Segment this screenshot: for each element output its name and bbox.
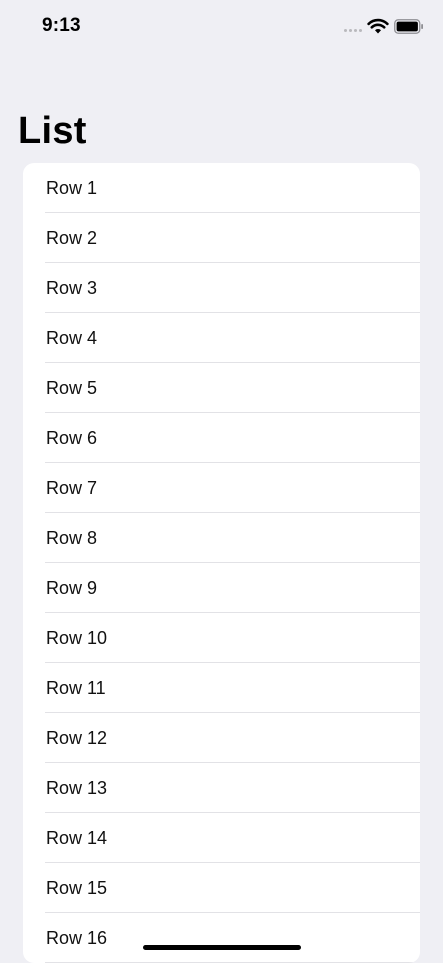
list-row[interactable]: Row 11	[23, 663, 420, 713]
wifi-icon	[367, 18, 389, 34]
list-row[interactable]: Row 12	[23, 713, 420, 763]
list-row[interactable]: Row 1	[23, 163, 420, 213]
list-row[interactable]: Row 7	[23, 463, 420, 513]
list-card: Row 1 Row 2 Row 3 Row 4 Row 5 Row 6 Row 7 Row 8…	[23, 163, 420, 963]
list-row[interactable]: Row 14	[23, 813, 420, 863]
list-row[interactable]: Row 6	[23, 413, 420, 463]
home-indicator[interactable]	[143, 945, 301, 950]
list-row[interactable]: Row 9	[23, 563, 420, 613]
row-label: Row 3	[46, 277, 98, 298]
list-row[interactable]: Row 15	[23, 863, 420, 913]
row-label: Row 6	[46, 427, 98, 448]
list-row[interactable]: Row 4	[23, 313, 420, 363]
row-label: Row 8	[46, 527, 98, 548]
row-label: Row 16	[46, 927, 108, 948]
row-label: Row 11	[46, 677, 106, 698]
status-bar: 9:13	[0, 0, 443, 56]
row-label: Row 7	[46, 477, 98, 498]
row-label: Row 10	[46, 627, 108, 648]
row-label: Row 14	[46, 827, 108, 848]
list-row[interactable]: Row 10	[23, 613, 420, 663]
row-label: Row 1	[46, 177, 98, 198]
row-label: Row 2	[46, 227, 98, 248]
list-row[interactable]: Row 2	[23, 213, 420, 263]
list-row[interactable]: Row 13	[23, 763, 420, 813]
battery-icon	[394, 19, 423, 34]
row-label: Row 13	[46, 777, 108, 798]
row-label: Row 9	[46, 577, 98, 598]
list-row[interactable]: Row 8	[23, 513, 420, 563]
list-row[interactable]: Row 5	[23, 363, 420, 413]
list-row[interactable]: Row 16	[23, 913, 420, 963]
row-label: Row 15	[46, 877, 108, 898]
cellular-signal-icon	[344, 29, 362, 32]
page-title: List	[18, 110, 87, 152]
row-label: Row 12	[46, 727, 108, 748]
row-label: Row 4	[46, 327, 98, 348]
list-row[interactable]: Row 3	[23, 263, 420, 313]
status-time: 9:13	[42, 15, 81, 36]
row-label: Row 5	[46, 377, 98, 398]
